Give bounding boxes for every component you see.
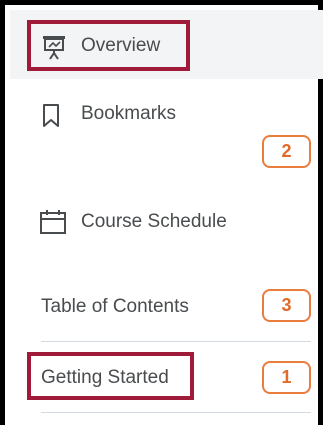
divider — [41, 412, 311, 413]
bookmark-icon — [43, 104, 59, 127]
overview-highlight-box — [27, 20, 190, 71]
getting-started-count-badge: 1 — [262, 361, 311, 394]
nav-item-table-of-contents[interactable]: Table of Contents — [41, 296, 189, 318]
nav-item-course-schedule[interactable]: Course Schedule — [81, 211, 227, 233]
divider — [41, 341, 311, 342]
calendar-icon — [40, 210, 66, 234]
navigation-panel: Overview Bookmarks 2 Course Schedule Tab… — [0, 0, 323, 425]
nav-item-bookmarks[interactable]: Bookmarks — [81, 103, 176, 125]
table-of-contents-count-badge: 3 — [262, 289, 311, 322]
getting-started-highlight-box — [27, 352, 194, 400]
bookmarks-count-badge: 2 — [262, 135, 311, 168]
